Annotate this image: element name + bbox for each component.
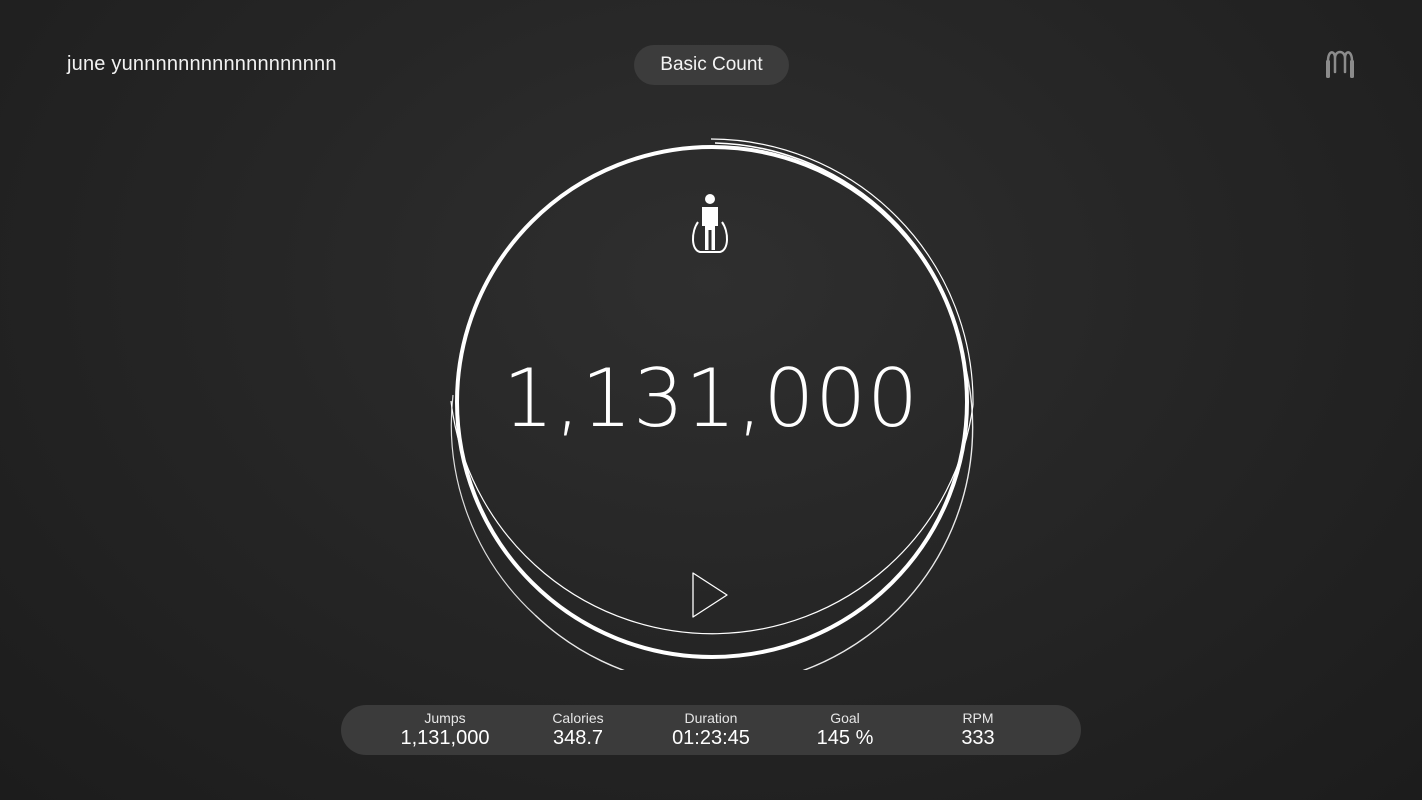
mode-selector-button[interactable]: Basic Count — [634, 45, 789, 85]
mode-label: Basic Count — [660, 54, 763, 75]
stat-label: RPM — [962, 710, 994, 726]
stat-label: Goal — [830, 710, 860, 726]
stat-goal: Goal 145 % — [785, 705, 905, 750]
play-icon — [692, 572, 728, 618]
jump-rope-logo-icon — [1322, 48, 1358, 82]
stat-label: Calories — [552, 710, 604, 726]
jump-count: 1,131,000 — [502, 352, 920, 445]
stat-label: Jumps — [424, 710, 466, 726]
stat-value: 333 — [961, 727, 995, 749]
person-jump-rope-icon — [688, 190, 732, 258]
stats-bar: Jumps 1,131,000 Calories 348.7 Duration … — [341, 705, 1081, 755]
stat-value: 145 % — [816, 727, 874, 749]
stat-value: 01:23:45 — [672, 727, 750, 749]
stat-value: 1,131,000 — [400, 727, 490, 749]
stat-value: 348.7 — [552, 727, 604, 749]
stat-duration: Duration 01:23:45 — [651, 705, 771, 750]
stat-jumps: Jumps 1,131,000 — [385, 705, 505, 750]
stat-calories: Calories 348.7 — [518, 705, 638, 750]
stat-rpm: RPM 333 — [918, 705, 1038, 750]
user-name: june yunnnnnnnnnnnnnnnnnn — [67, 53, 337, 75]
stat-label: Duration — [684, 710, 738, 726]
play-button[interactable] — [688, 570, 732, 620]
